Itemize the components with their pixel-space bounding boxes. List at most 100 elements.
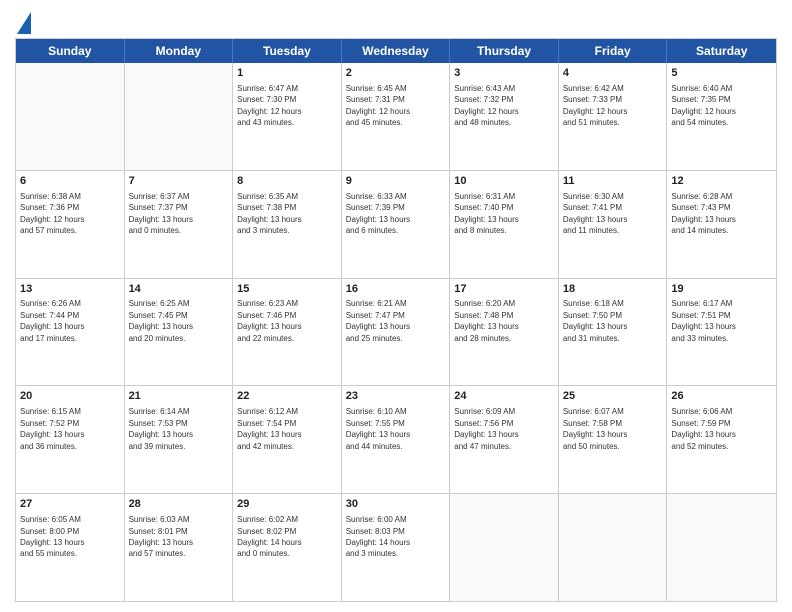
cell-details: Sunrise: 6:23 AM Sunset: 7:46 PM Dayligh… xyxy=(237,299,301,342)
day-number: 6 xyxy=(20,174,120,189)
day-of-week-wednesday: Wednesday xyxy=(342,39,451,63)
calendar-cell-0-6: 5Sunrise: 6:40 AM Sunset: 7:35 PM Daylig… xyxy=(667,63,776,170)
cell-details: Sunrise: 6:33 AM Sunset: 7:39 PM Dayligh… xyxy=(346,192,410,235)
day-number: 21 xyxy=(129,389,229,404)
cell-details: Sunrise: 6:26 AM Sunset: 7:44 PM Dayligh… xyxy=(20,299,84,342)
day-number: 11 xyxy=(563,174,663,189)
cell-details: Sunrise: 6:10 AM Sunset: 7:55 PM Dayligh… xyxy=(346,407,410,450)
cell-details: Sunrise: 6:35 AM Sunset: 7:38 PM Dayligh… xyxy=(237,192,301,235)
day-of-week-thursday: Thursday xyxy=(450,39,559,63)
calendar-cell-4-5 xyxy=(559,494,668,601)
calendar-cell-4-4 xyxy=(450,494,559,601)
calendar-row-3: 20Sunrise: 6:15 AM Sunset: 7:52 PM Dayli… xyxy=(16,386,776,494)
calendar-cell-2-3: 16 Sunrise: 6:21 AM Sunset: 7:47 PM Dayli… xyxy=(342,279,451,386)
calendar-cell-2-5: 18 Sunrise: 6:18 AM Sunset: 7:50 PM Dayli… xyxy=(559,279,668,386)
calendar-cell-1-2: 8 Sunrise: 6:35 AM Sunset: 7:38 PM Daylig… xyxy=(233,171,342,278)
calendar-cell-0-1 xyxy=(125,63,234,170)
calendar-cell-3-4: 24 Sunrise: 6:09 AM Sunset: 7:56 PM Dayli… xyxy=(450,386,559,493)
calendar-row-0: 1 Sunrise: 6:47 AM Sunset: 7:30 PM Daylig… xyxy=(16,63,776,171)
calendar-cell-4-3: 30 Sunrise: 6:00 AM Sunset: 8:03 PM Dayli… xyxy=(342,494,451,601)
day-number: 27 xyxy=(20,497,120,512)
cell-details: Sunrise: 6:30 AM Sunset: 7:41 PM Dayligh… xyxy=(563,192,627,235)
day-number: 13 xyxy=(20,282,120,297)
cell-details: Sunrise: 6:47 AM Sunset: 7:30 PM Dayligh… xyxy=(237,84,301,127)
day-number: 18 xyxy=(563,282,663,297)
day-number: 10 xyxy=(454,174,554,189)
calendar-cell-0-2: 1 Sunrise: 6:47 AM Sunset: 7:30 PM Daylig… xyxy=(233,63,342,170)
cell-details: Sunrise: 6:17 AM Sunset: 7:51 PM Dayligh… xyxy=(671,299,735,342)
day-number: 14 xyxy=(129,282,229,297)
day-number: 5 xyxy=(671,66,772,81)
cell-details: Sunrise: 6:06 AM Sunset: 7:59 PM Dayligh… xyxy=(671,407,735,450)
calendar-cell-3-6: 26 Sunrise: 6:06 AM Sunset: 7:59 PM Dayli… xyxy=(667,386,776,493)
calendar-cell-4-2: 29 Sunrise: 6:02 AM Sunset: 8:02 PM Dayli… xyxy=(233,494,342,601)
calendar-cell-4-6 xyxy=(667,494,776,601)
day-number: 2 xyxy=(346,66,446,81)
calendar-cell-0-5: 4 Sunrise: 6:42 AM Sunset: 7:33 PM Daylig… xyxy=(559,63,668,170)
logo-triangle-icon xyxy=(17,12,31,34)
cell-details: Sunrise: 6:18 AM Sunset: 7:50 PM Dayligh… xyxy=(563,299,627,342)
day-of-week-monday: Monday xyxy=(125,39,234,63)
calendar-row-2: 13 Sunrise: 6:26 AM Sunset: 7:44 PM Dayli… xyxy=(16,279,776,387)
calendar-cell-0-3: 2 Sunrise: 6:45 AM Sunset: 7:31 PM Daylig… xyxy=(342,63,451,170)
header xyxy=(15,10,777,30)
day-number: 7 xyxy=(129,174,229,189)
calendar-cell-2-4: 17 Sunrise: 6:20 AM Sunset: 7:48 PM Dayli… xyxy=(450,279,559,386)
day-number: 22 xyxy=(237,389,337,404)
day-of-week-friday: Friday xyxy=(559,39,668,63)
cell-details: Sunrise: 6:00 AM Sunset: 8:03 PM Dayligh… xyxy=(346,515,410,558)
calendar-cell-1-1: 7 Sunrise: 6:37 AM Sunset: 7:37 PM Daylig… xyxy=(125,171,234,278)
cell-details: Sunrise: 6:20 AM Sunset: 7:48 PM Dayligh… xyxy=(454,299,518,342)
calendar-cell-1-3: 9 Sunrise: 6:33 AM Sunset: 7:39 PM Daylig… xyxy=(342,171,451,278)
cell-details: Sunrise: 6:45 AM Sunset: 7:31 PM Dayligh… xyxy=(346,84,410,127)
cell-details: Sunrise: 6:05 AM Sunset: 8:00 PM Dayligh… xyxy=(20,515,84,558)
calendar-cell-1-6: 12Sunrise: 6:28 AM Sunset: 7:43 PM Dayli… xyxy=(667,171,776,278)
calendar-cell-3-2: 22Sunrise: 6:12 AM Sunset: 7:54 PM Dayli… xyxy=(233,386,342,493)
calendar-cell-4-0: 27 Sunrise: 6:05 AM Sunset: 8:00 PM Dayli… xyxy=(16,494,125,601)
day-number: 30 xyxy=(346,497,446,512)
logo xyxy=(15,10,31,30)
cell-details: Sunrise: 6:37 AM Sunset: 7:37 PM Dayligh… xyxy=(129,192,193,235)
day-number: 4 xyxy=(563,66,663,81)
calendar-cell-2-2: 15 Sunrise: 6:23 AM Sunset: 7:46 PM Dayli… xyxy=(233,279,342,386)
calendar-cell-3-3: 23 Sunrise: 6:10 AM Sunset: 7:55 PM Dayli… xyxy=(342,386,451,493)
day-number: 16 xyxy=(346,282,446,297)
page: SundayMondayTuesdayWednesdayThursdayFrid… xyxy=(0,0,792,612)
calendar-cell-3-0: 20Sunrise: 6:15 AM Sunset: 7:52 PM Dayli… xyxy=(16,386,125,493)
calendar: SundayMondayTuesdayWednesdayThursdayFrid… xyxy=(15,38,777,602)
calendar-cell-0-4: 3Sunrise: 6:43 AM Sunset: 7:32 PM Daylig… xyxy=(450,63,559,170)
day-number: 9 xyxy=(346,174,446,189)
calendar-cell-1-5: 11 Sunrise: 6:30 AM Sunset: 7:41 PM Dayli… xyxy=(559,171,668,278)
cell-details: Sunrise: 6:09 AM Sunset: 7:56 PM Dayligh… xyxy=(454,407,518,450)
day-of-week-tuesday: Tuesday xyxy=(233,39,342,63)
cell-details: Sunrise: 6:28 AM Sunset: 7:43 PM Dayligh… xyxy=(671,192,735,235)
calendar-cell-2-1: 14Sunrise: 6:25 AM Sunset: 7:45 PM Dayli… xyxy=(125,279,234,386)
cell-details: Sunrise: 6:21 AM Sunset: 7:47 PM Dayligh… xyxy=(346,299,410,342)
calendar-cell-4-1: 28Sunrise: 6:03 AM Sunset: 8:01 PM Dayli… xyxy=(125,494,234,601)
cell-details: Sunrise: 6:14 AM Sunset: 7:53 PM Dayligh… xyxy=(129,407,193,450)
calendar-cell-3-5: 25 Sunrise: 6:07 AM Sunset: 7:58 PM Dayli… xyxy=(559,386,668,493)
day-number: 29 xyxy=(237,497,337,512)
day-number: 26 xyxy=(671,389,772,404)
calendar-header: SundayMondayTuesdayWednesdayThursdayFrid… xyxy=(16,39,776,63)
calendar-cell-0-0 xyxy=(16,63,125,170)
calendar-cell-1-4: 10 Sunrise: 6:31 AM Sunset: 7:40 PM Dayli… xyxy=(450,171,559,278)
cell-details: Sunrise: 6:31 AM Sunset: 7:40 PM Dayligh… xyxy=(454,192,518,235)
day-number: 1 xyxy=(237,66,337,81)
day-number: 24 xyxy=(454,389,554,404)
cell-details: Sunrise: 6:15 AM Sunset: 7:52 PM Dayligh… xyxy=(20,407,84,450)
day-number: 15 xyxy=(237,282,337,297)
cell-details: Sunrise: 6:02 AM Sunset: 8:02 PM Dayligh… xyxy=(237,515,301,558)
cell-details: Sunrise: 6:42 AM Sunset: 7:33 PM Dayligh… xyxy=(563,84,627,127)
day-number: 19 xyxy=(671,282,772,297)
day-number: 17 xyxy=(454,282,554,297)
day-number: 8 xyxy=(237,174,337,189)
calendar-cell-1-0: 6Sunrise: 6:38 AM Sunset: 7:36 PM Daylig… xyxy=(16,171,125,278)
cell-details: Sunrise: 6:07 AM Sunset: 7:58 PM Dayligh… xyxy=(563,407,627,450)
calendar-cell-3-1: 21 Sunrise: 6:14 AM Sunset: 7:53 PM Dayli… xyxy=(125,386,234,493)
day-number: 25 xyxy=(563,389,663,404)
calendar-row-4: 27 Sunrise: 6:05 AM Sunset: 8:00 PM Dayli… xyxy=(16,494,776,601)
day-number: 3 xyxy=(454,66,554,81)
day-number: 23 xyxy=(346,389,446,404)
calendar-body: 1 Sunrise: 6:47 AM Sunset: 7:30 PM Daylig… xyxy=(16,63,776,601)
